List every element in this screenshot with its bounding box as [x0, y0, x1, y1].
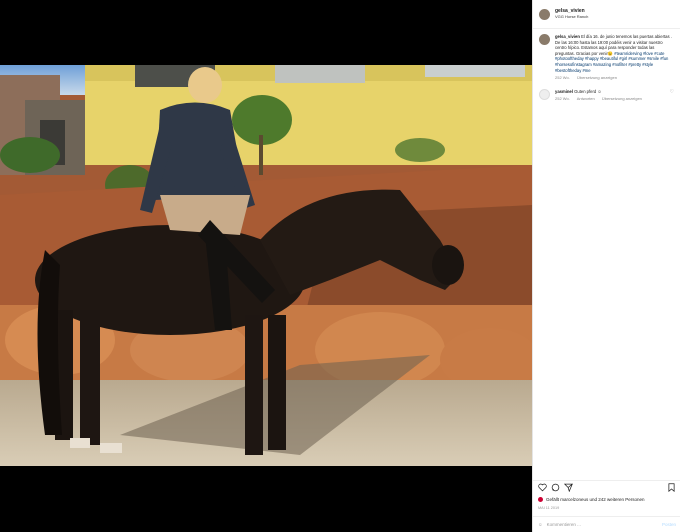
- post-location[interactable]: VGG Horse Ranch: [555, 14, 588, 20]
- comment-username[interactable]: gelsa_vivien: [555, 34, 580, 39]
- translate-link[interactable]: Übersetzung anzeigen: [577, 75, 617, 80]
- action-bar: [533, 480, 680, 494]
- comment-input[interactable]: Kommentieren ...: [547, 522, 581, 527]
- comments-list: gelsa_vivien El día 16. de junio tenemos…: [533, 29, 680, 479]
- comment-like-icon[interactable]: ♡: [670, 89, 674, 102]
- comment-username[interactable]: yasminel: [555, 89, 573, 94]
- share-icon[interactable]: [564, 483, 573, 492]
- liker-avatar: [538, 497, 543, 502]
- avatar[interactable]: [539, 8, 550, 20]
- translate-link[interactable]: Übersetzung anzeigen: [602, 96, 642, 101]
- avatar[interactable]: [539, 88, 550, 100]
- post-header: gelsa_vivien VGG Horse Ranch: [533, 0, 680, 29]
- avatar[interactable]: [539, 34, 550, 45]
- list-item: gelsa_vivien El día 16. de junio tenemos…: [539, 34, 674, 81]
- comment-icon[interactable]: [551, 483, 560, 492]
- horse-rider-photo: [0, 65, 532, 466]
- post-comment-button[interactable]: Posten: [662, 522, 676, 527]
- heart-icon[interactable]: [538, 483, 547, 492]
- reply-button[interactable]: Antworten: [577, 96, 595, 101]
- emoji-icon[interactable]: ☺: [538, 522, 543, 527]
- list-item: yasminel Guten pferd ☺ 252 Wo. Antworten…: [539, 88, 674, 102]
- post-date: MAI 11 2019: [538, 506, 560, 510]
- post-photo[interactable]: [0, 65, 532, 466]
- comment-time: 252 Wo.: [555, 96, 570, 102]
- post-media: [0, 0, 532, 532]
- likes-summary[interactable]: Gefällt marcelzoneus und 242 weiteren Pe…: [538, 497, 645, 502]
- post-side-panel: gelsa_vivien VGG Horse Ranch gelsa_vivie…: [532, 0, 680, 532]
- comment-time: 252 Wo.: [555, 75, 570, 81]
- add-comment-bar: ☺ Kommentieren ... Posten: [533, 516, 680, 532]
- likes-text: Gefällt marcelzoneus und 242 weiteren Pe…: [546, 497, 645, 502]
- comment-text: Guten pferd ☺: [574, 88, 602, 94]
- bookmark-icon[interactable]: [667, 483, 676, 492]
